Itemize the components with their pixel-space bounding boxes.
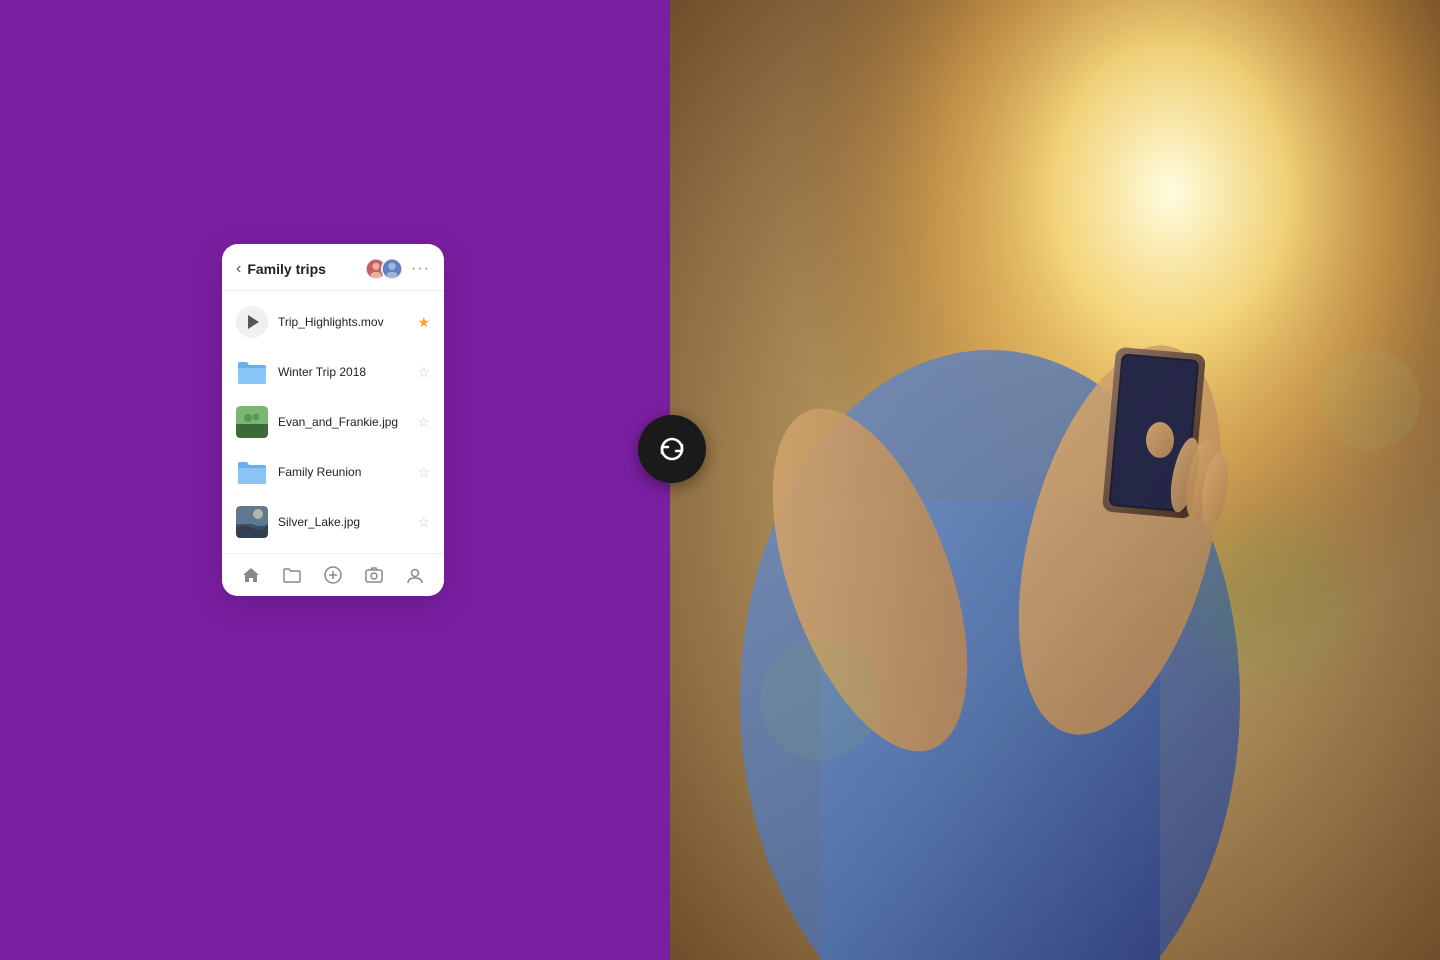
folder-nav-button[interactable] (281, 564, 303, 586)
folder-title: Family trips (247, 261, 365, 277)
file-list: Trip_Highlights.mov ★ Winter Trip 2018 ☆ (222, 291, 444, 553)
right-panel (670, 0, 1440, 960)
add-nav-button[interactable] (322, 564, 344, 586)
folder-file-icon (236, 356, 268, 388)
home-nav-button[interactable] (240, 564, 262, 586)
folder-icon-svg (236, 458, 268, 486)
file-name: Family Reunion (278, 465, 417, 479)
avatar-group (365, 258, 403, 280)
file-name: Evan_and_Frankie.jpg (278, 415, 417, 429)
star-button[interactable]: ★ (417, 314, 430, 331)
image-file-icon (236, 406, 268, 438)
file-name: Winter Trip 2018 (278, 365, 417, 379)
folder-icon-svg (236, 358, 268, 386)
avatar-2-initials (382, 259, 402, 279)
scene-svg (670, 0, 1440, 960)
bottom-nav (222, 553, 444, 596)
sync-icon (656, 433, 688, 465)
star-button[interactable]: ☆ (417, 514, 430, 531)
file-name: Trip_Highlights.mov (278, 315, 417, 329)
play-icon (248, 315, 259, 329)
more-options-button[interactable]: ··· (411, 260, 430, 278)
video-file-icon (236, 306, 268, 338)
star-button[interactable]: ☆ (417, 364, 430, 381)
folder-file-icon (236, 456, 268, 488)
thumbnail (236, 406, 268, 438)
star-button[interactable]: ☆ (417, 464, 430, 481)
user-nav-button[interactable] (404, 564, 426, 586)
image-file-icon (236, 506, 268, 538)
list-item[interactable]: Silver_Lake.jpg ☆ (222, 497, 444, 547)
list-item[interactable]: Family Reunion ☆ (222, 447, 444, 497)
scene (670, 0, 1440, 960)
list-item[interactable]: Winter Trip 2018 ☆ (222, 347, 444, 397)
sync-button[interactable] (638, 415, 706, 483)
mobile-card: ‹ Family trips (222, 244, 444, 596)
left-panel: ‹ Family trips (0, 0, 670, 960)
list-item[interactable]: Evan_and_Frankie.jpg ☆ (222, 397, 444, 447)
thumbnail (236, 506, 268, 538)
photo-nav-button[interactable] (363, 564, 385, 586)
back-button[interactable]: ‹ (236, 260, 241, 278)
list-item[interactable]: Trip_Highlights.mov ★ (222, 297, 444, 347)
avatar-2 (381, 258, 403, 280)
card-header: ‹ Family trips (222, 244, 444, 291)
file-name: Silver_Lake.jpg (278, 515, 417, 529)
star-button[interactable]: ☆ (417, 414, 430, 431)
play-icon-bg (236, 306, 268, 338)
